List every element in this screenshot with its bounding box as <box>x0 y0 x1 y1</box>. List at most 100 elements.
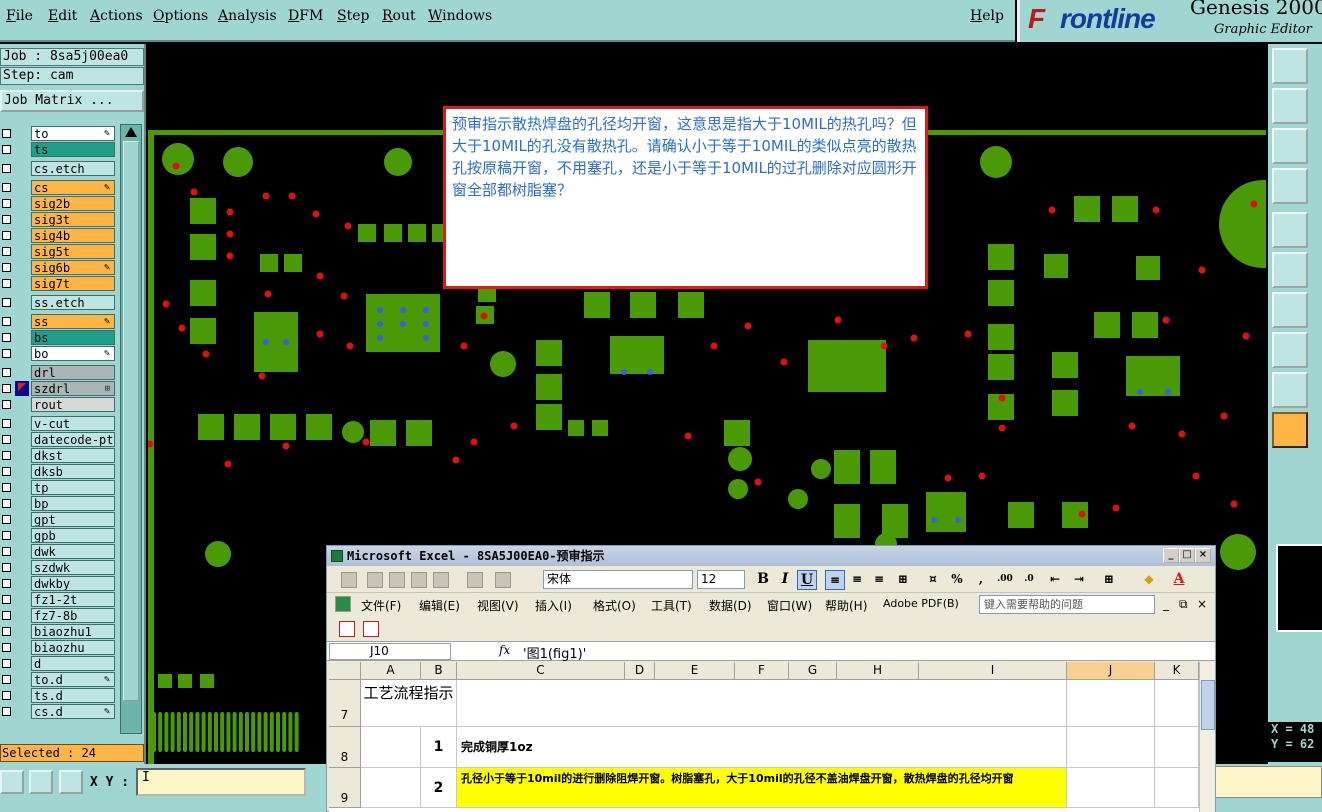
layer-checkbox[interactable] <box>2 563 11 572</box>
chart-icon[interactable] <box>367 572 383 588</box>
layer-name[interactable]: tp <box>31 480 115 495</box>
cell-b8[interactable]: 1 <box>421 727 457 768</box>
layer-name[interactable]: gpt <box>31 512 115 527</box>
increase-decimal-icon[interactable]: .00 <box>995 570 1015 590</box>
zoom-in-icon[interactable] <box>1272 88 1308 124</box>
layer-checkbox[interactable] <box>2 298 11 307</box>
layer-name[interactable]: szdrl ⊞ <box>31 381 115 396</box>
layer-checkbox[interactable] <box>2 499 11 508</box>
select-all-corner[interactable] <box>329 662 361 680</box>
net-icon[interactable] <box>1272 252 1308 288</box>
layer-checkbox[interactable] <box>2 451 11 460</box>
layer-checkbox[interactable] <box>2 263 11 272</box>
layer-row[interactable]: dksb <box>0 464 118 479</box>
layer-name[interactable]: gpb <box>31 528 115 543</box>
layer-checkbox[interactable] <box>2 183 11 192</box>
cell-j7[interactable] <box>1067 680 1155 727</box>
excel-titlebar[interactable]: Microsoft Excel - 8SA5J00EA0-预审指示 _ □ × <box>327 546 1215 566</box>
outdent-icon[interactable]: ⇤ <box>1045 570 1065 590</box>
layer-checkbox[interactable] <box>2 384 11 393</box>
layer-name[interactable]: biaozhu1 <box>31 624 115 639</box>
layer-name[interactable]: sig5t <box>31 244 115 259</box>
layer-name[interactable]: drl <box>31 365 115 380</box>
layer-row[interactable]: biaozhu1 <box>0 624 118 639</box>
cell-c7[interactable] <box>457 680 1067 727</box>
layer-row[interactable]: ss.etch <box>0 295 118 310</box>
cell-j8[interactable] <box>1067 727 1155 768</box>
layer-checkbox[interactable] <box>2 215 11 224</box>
layer-name[interactable]: dkst <box>31 448 115 463</box>
layer-row[interactable]: d <box>0 656 118 671</box>
layer-checkbox[interactable] <box>2 435 11 444</box>
zoom-fit-icon[interactable] <box>1272 128 1308 164</box>
col-header-h[interactable]: H <box>837 662 919 680</box>
xy-input[interactable]: I <box>136 768 306 796</box>
layer-checkbox[interactable] <box>2 675 11 684</box>
layer-row[interactable]: sig6b ✎ <box>0 260 118 275</box>
layer-name[interactable]: fz7-8b <box>31 608 115 623</box>
measure-icon[interactable] <box>1272 168 1308 204</box>
layer-row[interactable]: datecode-pte <box>0 432 118 447</box>
zoom-home-icon[interactable] <box>1272 48 1308 84</box>
layer-row[interactable]: ts.d <box>0 688 118 703</box>
layer-name[interactable]: datecode-pte <box>31 432 115 447</box>
layer-checkbox[interactable] <box>2 483 11 492</box>
layer-checkbox[interactable] <box>2 349 11 358</box>
excel-menu-tools[interactable]: 工具(T) <box>651 597 692 614</box>
layer-name[interactable]: biaozhu <box>31 640 115 655</box>
layer-row[interactable]: cs.etch <box>0 161 118 176</box>
layer-row[interactable]: v-cut <box>0 416 118 431</box>
layer-name[interactable]: sig7t <box>31 276 115 291</box>
menu-file[interactable]: File <box>6 8 33 24</box>
pdf-email-icon[interactable] <box>363 621 379 637</box>
layer-checkbox[interactable] <box>2 547 11 556</box>
help-search-input[interactable]: 键入需要帮助的问题 <box>979 595 1155 614</box>
menu-edit[interactable]: Edit <box>48 8 77 24</box>
layer-row[interactable]: tp <box>0 480 118 495</box>
snap-icon[interactable] <box>1272 372 1308 408</box>
layer-checkbox[interactable] <box>2 707 11 716</box>
layer-row[interactable]: fz1-2t <box>0 592 118 607</box>
overview-preview[interactable] <box>1276 544 1322 632</box>
layer-name[interactable]: rout <box>31 397 115 412</box>
menu-step[interactable]: Step <box>337 8 369 24</box>
indent-icon[interactable]: ⇥ <box>1069 570 1089 590</box>
layer-name[interactable]: to ✎ <box>31 126 115 141</box>
merge-icon[interactable]: ⊞ <box>893 570 913 590</box>
add-feature-icon[interactable] <box>1272 212 1308 248</box>
layer-name[interactable]: dwkby <box>31 576 115 591</box>
drawing2-icon[interactable] <box>495 572 511 588</box>
excel-menu-adobe-pdf[interactable]: Adobe PDF(B) <box>883 597 959 610</box>
cell-b9[interactable]: 2 <box>421 768 457 808</box>
decrease-decimal-icon[interactable]: .0 <box>1019 570 1039 590</box>
layer-row[interactable]: bo ✎ <box>0 346 118 361</box>
excel-menu-help[interactable]: 帮助(H) <box>825 597 867 614</box>
close-icon[interactable]: × <box>1195 548 1211 563</box>
excel-menu-data[interactable]: 数据(D) <box>709 597 752 614</box>
cell-a7[interactable]: 工艺流程指示 <box>361 680 457 727</box>
col-header-d[interactable]: D <box>625 662 655 680</box>
col-header-g[interactable]: G <box>789 662 837 680</box>
layer-checkbox[interactable] <box>2 467 11 476</box>
layer-checkbox[interactable] <box>2 247 11 256</box>
cell-k8[interactable] <box>1155 727 1199 768</box>
spreadsheet-grid[interactable]: A B C D E F G H I J K 7 工艺流程指示 8 1 完成铜厚1… <box>329 662 1199 812</box>
layer-name[interactable]: sig3t <box>31 212 115 227</box>
shape2-icon[interactable] <box>411 572 427 588</box>
layer-row[interactable]: szdrl ⊞ <box>0 381 118 396</box>
formula-input[interactable]: '图1(fig1)' <box>523 643 586 662</box>
layer-name[interactable]: ss ✎ <box>31 314 115 329</box>
layer-checkbox[interactable] <box>2 579 11 588</box>
picture-icon[interactable] <box>341 572 357 588</box>
layer-name[interactable]: sig2b <box>31 196 115 211</box>
menu-actions[interactable]: Actions <box>90 8 143 24</box>
italic-button[interactable]: I <box>775 570 795 590</box>
layer-row[interactable]: cs.d ✎ <box>0 704 118 719</box>
layer-checkbox[interactable] <box>2 145 11 154</box>
menu-help[interactable]: Help <box>970 8 1004 24</box>
layer-row[interactable]: to ✎ <box>0 126 118 141</box>
shape-icon[interactable] <box>389 572 405 588</box>
col-header-c[interactable]: C <box>457 662 625 680</box>
layer-checkbox[interactable] <box>2 199 11 208</box>
excel-vscroll-thumb[interactable] <box>1201 680 1215 730</box>
